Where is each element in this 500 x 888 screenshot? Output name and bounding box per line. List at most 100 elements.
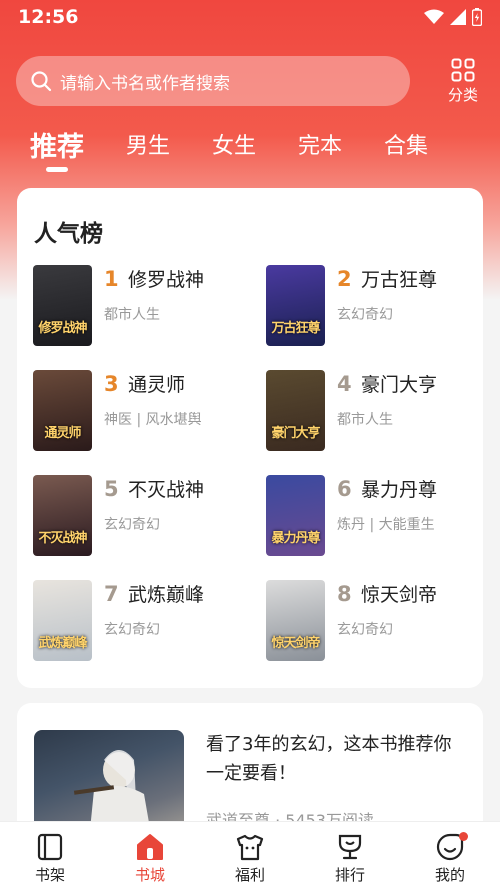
category-tabs: 推荐 男生 女生 完本 合集 xyxy=(30,124,470,164)
book-info: 1 修罗战神都市人生 xyxy=(104,265,204,347)
book-cover: 武炼巅峰 xyxy=(33,580,92,661)
book-info: 5 不灭战神玄幻奇幻 xyxy=(104,475,204,557)
book-title: 暴力丹尊 xyxy=(361,479,438,501)
book-info: 4 豪门大亨都市人生 xyxy=(337,370,437,452)
nav-mine-label: 我的 xyxy=(434,866,465,884)
ranking-item[interactable]: 豪门大亨 4 豪门大亨 都市人生 xyxy=(266,370,476,452)
status-time: 12:56 xyxy=(18,6,79,28)
nav-welfare[interactable]: 福利 xyxy=(200,822,300,888)
ranking-item[interactable]: 通灵师 3 通灵师 神医 | 风水堪舆 xyxy=(33,370,243,452)
rank-number: 3 xyxy=(104,372,119,396)
trophy-icon xyxy=(338,834,362,860)
book-cover: 万古狂尊 xyxy=(266,265,325,346)
nav-ranking-label: 排行 xyxy=(334,866,365,884)
tab-collection[interactable]: 合集 xyxy=(384,124,428,164)
tab-male[interactable]: 男生 xyxy=(126,124,170,164)
home-icon xyxy=(137,834,163,860)
rank-number: 2 xyxy=(337,267,352,291)
featured-book-text: 看了3年的玄幻，这本书推荐你一定要看！ xyxy=(206,734,452,784)
rank-number: 5 xyxy=(104,477,119,501)
book-tags: 都市人生 xyxy=(104,307,160,323)
rank-number: 4 xyxy=(337,372,352,396)
book-title: 惊天剑帝 xyxy=(361,584,438,606)
book-title: 通灵师 xyxy=(128,374,186,396)
ranking-title: 人气榜 xyxy=(34,221,103,247)
book-cover-title: 万古狂尊 xyxy=(271,321,320,336)
grid-icon xyxy=(451,58,475,81)
nav-mine[interactable]: 我的 xyxy=(400,822,500,888)
book-info: 6 暴力丹尊炼丹 | 大能重生 xyxy=(337,475,437,557)
rank-number: 8 xyxy=(337,582,352,606)
book-cover-title: 不灭战神 xyxy=(38,531,87,546)
popularity-ranking-card: 人气榜 修罗战神 1 修罗战神 都市人生 万古狂尊 2 万古狂尊 玄幻奇幻 通灵师 3 通灵师 神医 … xyxy=(17,188,483,688)
nav-bookstore[interactable]: 书城 xyxy=(100,822,200,888)
book-title: 万古狂尊 xyxy=(361,269,438,291)
book-rank-line: 2 万古狂尊 xyxy=(337,265,437,292)
book-rank-line: 5 不灭战神 xyxy=(104,475,204,502)
book-tags: 玄幻奇幻 xyxy=(104,622,160,638)
signal-icon xyxy=(450,9,466,25)
book-title: 修罗战神 xyxy=(128,269,205,291)
bookshelf-icon xyxy=(37,833,63,861)
book-info: 7 武炼巅峰玄幻奇幻 xyxy=(104,580,204,662)
book-rank-line: 1 修罗战神 xyxy=(104,265,204,292)
search-row: 请输入书名或作者搜索 分类 xyxy=(16,54,486,108)
ranking-item[interactable]: 惊天剑帝 8 惊天剑帝 玄幻奇幻 xyxy=(266,580,476,662)
tab-completed[interactable]: 完本 xyxy=(298,124,342,164)
book-cover: 豪门大亨 xyxy=(266,370,325,451)
book-title: 不灭战神 xyxy=(128,479,205,501)
ranking-item[interactable]: 万古狂尊 2 万古狂尊 玄幻奇幻 xyxy=(266,265,476,347)
book-tags: 神医 | 风水堪舆 xyxy=(104,412,202,428)
book-rank-line: 7 武炼巅峰 xyxy=(104,580,204,607)
tab-recommend[interactable]: 推荐 xyxy=(30,124,84,164)
book-info: 2 万古狂尊玄幻奇幻 xyxy=(337,265,437,347)
search-placeholder: 请输入书名或作者搜索 xyxy=(60,73,230,94)
ranking-item[interactable]: 武炼巅峰 7 武炼巅峰 玄幻奇幻 xyxy=(33,580,243,662)
tab-female[interactable]: 女生 xyxy=(212,124,256,164)
battery-icon xyxy=(472,8,482,26)
rank-number: 7 xyxy=(104,582,119,606)
nav-welfare-label: 福利 xyxy=(234,866,265,884)
notification-dot xyxy=(459,832,468,841)
book-info: 3 通灵师神医 | 风水堪舆 xyxy=(104,370,202,452)
nav-bookshelf[interactable]: 书架 xyxy=(0,822,100,888)
book-rank-line: 6 暴力丹尊 xyxy=(337,475,437,502)
gift-icon xyxy=(236,834,264,861)
book-cover-title: 修罗战神 xyxy=(38,321,87,336)
book-cover-title: 豪门大亨 xyxy=(271,426,320,441)
book-tags: 都市人生 xyxy=(337,412,393,428)
rank-number: 6 xyxy=(337,477,352,501)
category-button[interactable]: 分类 xyxy=(440,58,486,105)
book-cover-title: 通灵师 xyxy=(44,426,81,441)
ranking-item[interactable]: 暴力丹尊 6 暴力丹尊 炼丹 | 大能重生 xyxy=(266,475,476,557)
book-cover-title: 惊天剑帝 xyxy=(271,636,320,651)
wifi-icon xyxy=(424,9,444,24)
book-tags: 玄幻奇幻 xyxy=(337,622,393,638)
search-input[interactable]: 请输入书名或作者搜索 xyxy=(16,56,410,106)
category-label: 分类 xyxy=(447,85,478,104)
nav-bookstore-label: 书城 xyxy=(134,866,165,884)
rank-number: 1 xyxy=(104,267,119,291)
bottom-navigation: 书架 书城 福利 排行 我的 xyxy=(0,821,500,888)
search-icon xyxy=(31,71,52,92)
book-cover: 惊天剑帝 xyxy=(266,580,325,661)
nav-ranking[interactable]: 排行 xyxy=(300,822,400,888)
book-tags: 炼丹 | 大能重生 xyxy=(337,517,435,533)
ranking-item[interactable]: 不灭战神 5 不灭战神 玄幻奇幻 xyxy=(33,475,243,557)
book-rank-line: 4 豪门大亨 xyxy=(337,370,437,397)
book-title: 武炼巅峰 xyxy=(128,584,205,606)
book-cover: 暴力丹尊 xyxy=(266,475,325,556)
book-tags: 玄幻奇幻 xyxy=(104,517,160,533)
book-cover-title: 武炼巅峰 xyxy=(38,636,87,651)
ranking-item[interactable]: 修罗战神 1 修罗战神 都市人生 xyxy=(33,265,243,347)
book-cover-title: 暴力丹尊 xyxy=(271,531,320,546)
book-rank-line: 3 通灵师 xyxy=(104,370,202,397)
book-cover: 不灭战神 xyxy=(33,475,92,556)
status-icons xyxy=(424,8,482,26)
book-title: 豪门大亨 xyxy=(361,374,438,396)
book-rank-line: 8 惊天剑帝 xyxy=(337,580,437,607)
nav-bookshelf-label: 书架 xyxy=(34,866,65,884)
book-cover: 通灵师 xyxy=(33,370,92,451)
book-tags: 玄幻奇幻 xyxy=(337,307,393,323)
book-cover: 修罗战神 xyxy=(33,265,92,346)
